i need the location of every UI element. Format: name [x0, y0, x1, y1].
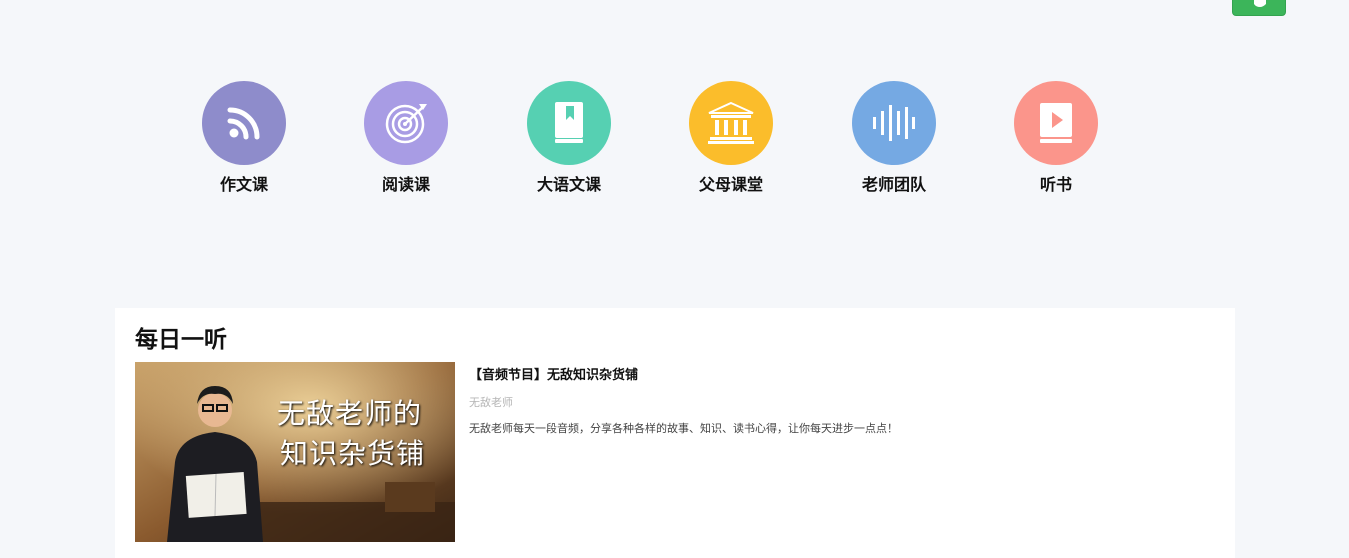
category-reading[interactable]: 阅读课: [346, 81, 466, 195]
thumbnail-title-line2: 知识杂货铺: [280, 437, 426, 470]
classroom-building-icon: [689, 81, 773, 165]
category-composition[interactable]: 作文课: [184, 81, 304, 195]
daily-listen-section: 每日一听 无敌老师的 知识杂货铺 【音频节目】无敌知识杂货铺 无敌老师 无敌老师…: [115, 308, 1235, 558]
rss-icon: [202, 81, 286, 165]
category-label: 阅读课: [381, 175, 430, 194]
top-green-button[interactable]: [1232, 0, 1286, 16]
program-title-link[interactable]: 【音频节目】无敌知识杂货铺: [469, 364, 638, 383]
category-label: 听书: [1039, 175, 1072, 194]
hand-icon: [1254, 0, 1266, 7]
category-label: 作文课: [219, 175, 268, 194]
sound-wave-icon: [852, 81, 936, 165]
category-label: 老师团队: [861, 175, 926, 194]
category-audiobook[interactable]: 听书: [996, 81, 1116, 195]
target-icon: [364, 81, 448, 165]
section-title: 每日一听: [135, 327, 227, 353]
program-thumbnail[interactable]: 无敌老师的 知识杂货铺: [135, 362, 455, 542]
category-label: 父母课堂: [698, 175, 763, 194]
category-parents[interactable]: 父母课堂: [671, 81, 791, 195]
book-icon: [527, 81, 611, 165]
program-description: 无敌老师每天一段音频，分享各种各样的故事、知识、读书心得，让你每天进步一点点！: [469, 422, 898, 435]
category-label: 大语文课: [536, 175, 601, 194]
thumbnail-title-line1: 无敌老师的: [277, 397, 423, 430]
category-nav: 作文课 阅读课 大语文课 父母课堂 老师团队 听书: [0, 81, 1349, 201]
category-teachers[interactable]: 老师团队: [834, 81, 954, 195]
play-book-icon: [1014, 81, 1098, 165]
category-chinese[interactable]: 大语文课: [509, 81, 629, 195]
program-author: 无敌老师: [469, 396, 513, 409]
